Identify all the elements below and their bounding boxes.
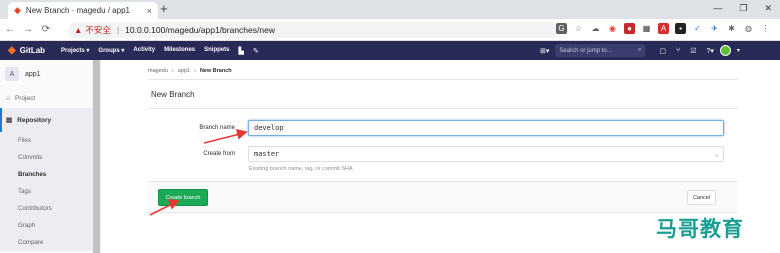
sidebar-item-project[interactable]: ⌂ Project	[0, 88, 100, 108]
create-from-label: Create from	[203, 151, 235, 157]
url-text: 10.0.0.100/magedu/app1/branches/new	[125, 25, 275, 35]
ext-dark-icon[interactable]: ▪	[675, 23, 686, 34]
wrench-icon[interactable]: ✎	[253, 47, 259, 55]
browser-tab-bar: ◆ New Branch · magedu / app1 × + — ❐ ✕	[0, 0, 780, 19]
help-icon[interactable]: ?▾	[707, 47, 714, 55]
sidebar-item-branches[interactable]: Branches	[0, 166, 100, 183]
ext-grid-icon[interactable]: ▦	[641, 23, 652, 34]
breadcrumb-group[interactable]: magedu	[148, 68, 168, 74]
form-actions: Create branch Cancel	[148, 181, 738, 213]
book-icon: ▤	[6, 117, 13, 124]
nav-activity[interactable]: Activity	[133, 47, 155, 55]
profile-icon[interactable]: ◍	[743, 23, 754, 34]
breadcrumb-current[interactable]: New Branch	[200, 68, 232, 74]
star-icon[interactable]: ☆	[573, 23, 584, 34]
gitlab-favicon-icon: ◆	[14, 5, 21, 15]
sidebar-project-header[interactable]: A app1	[0, 60, 100, 88]
security-label: 不安全	[85, 25, 111, 35]
record-icon[interactable]: ◉	[607, 23, 618, 34]
breadcrumb-project[interactable]: app1	[178, 68, 190, 74]
sidebar-item-label: Project	[14, 94, 36, 102]
breadcrumb: magedu › app1 › New Branch	[148, 68, 738, 74]
header-icons: ▢ ⑂ ☑ ?▾	[659, 47, 714, 55]
reload-icon[interactable]: ⟳	[38, 24, 54, 35]
browser-tab[interactable]: ◆ New Branch · magedu / app1 ×	[8, 2, 158, 19]
user-avatar[interactable]	[719, 45, 731, 56]
warning-icon: ▲	[74, 25, 83, 35]
sidebar-item-files[interactable]: Files	[0, 132, 100, 149]
sidebar-item-compare[interactable]: Compare	[0, 234, 100, 251]
create-from-value: master	[254, 150, 280, 158]
create-branch-button[interactable]: Create branch	[158, 189, 208, 206]
search-input[interactable]: Search or jump to… ⌕	[555, 44, 646, 57]
forward-icon[interactable]: →	[20, 24, 36, 35]
ext-blue-icon[interactable]: ✈	[709, 23, 720, 34]
main-content: magedu › app1 › New Branch New Branch Br…	[148, 60, 738, 213]
branch-name-label: Branch name	[199, 125, 235, 131]
window-controls: — ❐ ✕	[713, 3, 772, 14]
nav-snippets[interactable]: Snippets	[204, 47, 229, 55]
issues-icon[interactable]: ▢	[659, 47, 666, 55]
browser-toolbar: ← → ⟳ ▲ 不安全 | 10.0.0.100/magedu/app1/bra…	[0, 19, 780, 41]
gitlab-logo[interactable]: ◆ GitLab	[8, 45, 45, 56]
nav-groups[interactable]: Groups ▾	[98, 47, 124, 55]
project-name: app1	[25, 70, 41, 78]
nav-projects[interactable]: Projects ▾	[61, 47, 89, 55]
search-placeholder: Search or jump to…	[559, 47, 613, 54]
tab-close-icon[interactable]: ×	[147, 6, 152, 16]
todos-icon[interactable]: ☑	[690, 47, 696, 55]
bird-icon[interactable]: ✓	[692, 23, 703, 34]
sidebar-item-tags[interactable]: Tags	[0, 183, 100, 200]
back-icon[interactable]: ←	[2, 24, 18, 35]
chart-icon[interactable]: ▙	[238, 47, 243, 55]
pdf-icon[interactable]: A	[658, 23, 669, 34]
restore-button[interactable]: ❐	[739, 3, 747, 14]
minimize-button[interactable]: —	[713, 3, 722, 14]
header-nav: Projects ▾ Groups ▾ Activity Milestones …	[61, 47, 259, 55]
project-avatar: A	[5, 67, 19, 81]
project-sidebar: A app1 ⌂ Project ▤ Repository Files Comm…	[0, 60, 101, 253]
url-separator: |	[116, 25, 120, 35]
cancel-button[interactable]: Cancel	[687, 190, 716, 205]
sidebar-item-graph[interactable]: Graph	[0, 217, 100, 234]
sidebar-item-commits[interactable]: Commits	[0, 149, 100, 166]
nav-milestones[interactable]: Milestones	[164, 47, 195, 55]
page-title: New Branch	[151, 90, 195, 99]
create-from-select[interactable]: master ⌄	[248, 146, 724, 162]
ext-red-icon[interactable]: ●	[624, 23, 635, 34]
app-name: GitLab	[19, 46, 46, 55]
address-bar[interactable]: ▲ 不安全 | 10.0.0.100/magedu/app1/branches/…	[68, 22, 558, 38]
translate-icon[interactable]: G	[556, 23, 567, 34]
scrollbar-thumb[interactable]	[93, 60, 100, 253]
cloud-icon[interactable]: ☁	[590, 23, 601, 34]
home-icon: ⌂	[6, 94, 10, 102]
sidebar-item-repository[interactable]: ▤ Repository	[0, 108, 100, 132]
sidebar-scrollbar[interactable]	[92, 60, 101, 253]
divider	[148, 79, 738, 80]
tab-title: New Branch · magedu / app1	[25, 6, 130, 15]
plus-menu-icon[interactable]: ⊞▾	[540, 47, 549, 55]
sidebar-item-contributors[interactable]: Contributors	[0, 200, 100, 217]
new-tab-button[interactable]: +	[160, 2, 168, 16]
watermark-logo: 马哥教育	[656, 217, 744, 241]
repository-submenu: Files Commits Branches Tags Contributors…	[0, 132, 100, 251]
extensions-puzzle-icon[interactable]: ✱	[726, 23, 737, 34]
gitlab-header: ◆ GitLab Projects ▾ Groups ▾ Activity Mi…	[0, 41, 780, 60]
search-icon: ⌕	[638, 47, 642, 53]
create-from-help: Existing branch name, tag, or commit SHA	[249, 166, 353, 172]
sidebar-item-label: Repository	[17, 116, 52, 124]
branch-name-input[interactable]: develop	[248, 120, 724, 136]
gitlab-tanuki-icon: ◆	[8, 45, 16, 56]
new-branch-form: Branch name develop Create from master ⌄…	[148, 109, 738, 181]
avatar-chevron-icon[interactable]: ▾	[737, 47, 740, 54]
chevron-down-icon: ⌄	[714, 150, 719, 158]
merge-requests-icon[interactable]: ⑂	[676, 47, 680, 55]
breadcrumb-separator: ›	[193, 68, 196, 74]
breadcrumb-separator: ›	[171, 68, 174, 74]
extension-icons: G ☆ ☁ ◉ ● ▦ A ▪ ✓ ✈ ✱ ◍ ⋮	[556, 23, 771, 34]
menu-dots-icon[interactable]: ⋮	[760, 23, 771, 34]
header-right: ⊞▾ Search or jump to… ⌕ ▢ ⑂ ☑ ?▾ ▾	[540, 44, 740, 57]
close-window-button[interactable]: ✕	[764, 3, 772, 14]
